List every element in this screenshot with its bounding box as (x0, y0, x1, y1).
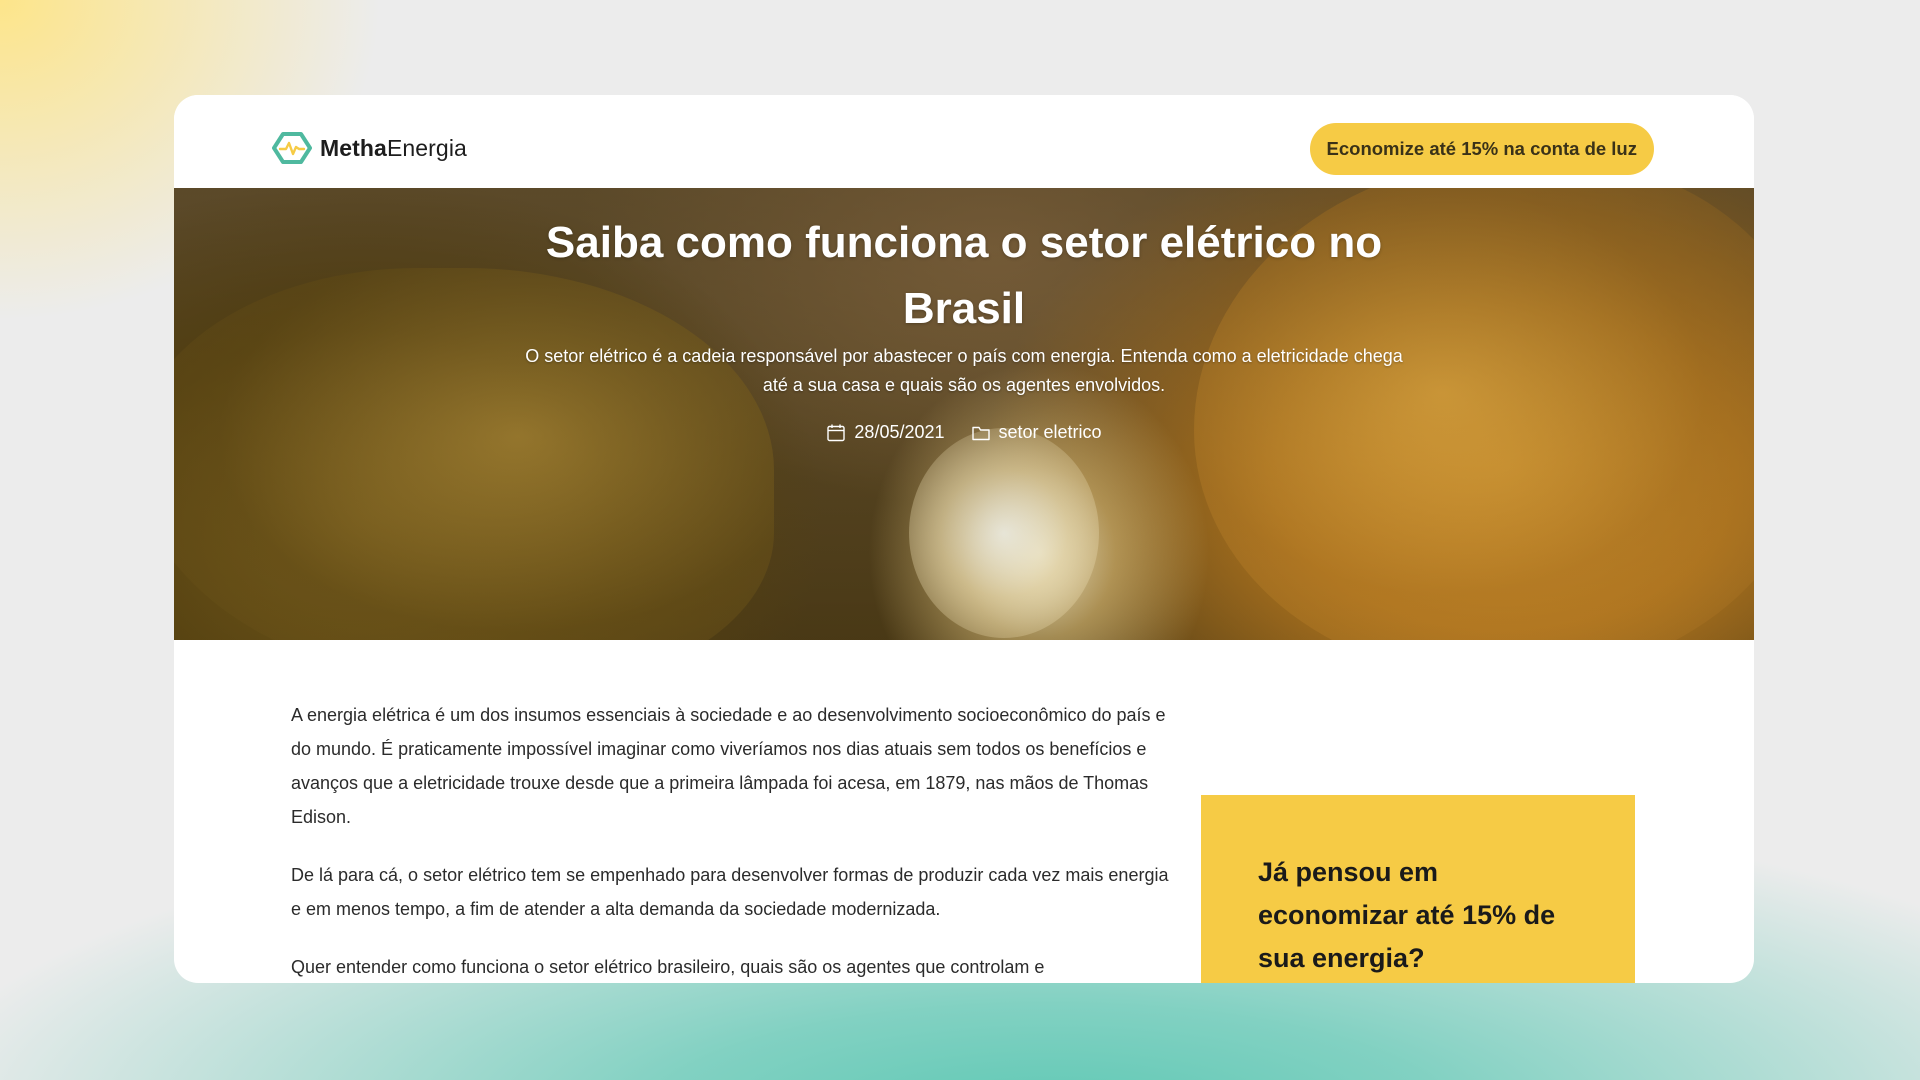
savings-promo-card[interactable]: Já pensou em economizar até 15% de sua e… (1201, 795, 1635, 983)
article-body: A energia elétrica é um dos insumos esse… (291, 698, 1171, 983)
hero-content: Saiba como funciona o setor elétrico no … (174, 210, 1754, 443)
article-paragraph: De lá para cá, o setor elétrico tem se e… (291, 865, 1169, 919)
article-meta: 28/05/2021 setor eletrico (174, 422, 1754, 443)
logo-wordmark-regular: Energia (386, 134, 467, 161)
site-header: MethaEnergia Economize até 15% na conta … (174, 95, 1754, 188)
calendar-icon (827, 424, 846, 441)
folder-icon (971, 426, 990, 440)
article-subtitle: O setor elétrico é a cadeia responsável … (525, 346, 1403, 395)
article-category-text: setor eletrico (998, 422, 1102, 442)
logo-wordmark: MethaEnergia (320, 135, 467, 162)
article-title: Saiba como funciona o setor elétrico no … (545, 218, 1383, 333)
browser-page-frame: MethaEnergia Economize até 15% na conta … (174, 95, 1754, 983)
hexagon-pulse-icon (272, 132, 312, 164)
site-logo[interactable]: MethaEnergia (272, 131, 467, 165)
article-date-text: 28/05/2021 (854, 422, 945, 442)
article-paragraph: Quer entender como funciona o setor elét… (291, 957, 1045, 977)
article-category-link[interactable]: setor eletrico (971, 422, 1102, 443)
save-energy-cta-button[interactable]: Economize até 15% na conta de luz (1309, 123, 1654, 175)
logo-wordmark-bold: Metha (320, 134, 387, 161)
article-paragraph: A energia elétrica é um dos insumos esse… (291, 705, 1166, 827)
promo-title: Já pensou em economizar até 15% de sua e… (1258, 857, 1556, 973)
article-date: 28/05/2021 (826, 422, 945, 443)
hero-banner: Saiba como funciona o setor elétrico no … (174, 188, 1754, 640)
